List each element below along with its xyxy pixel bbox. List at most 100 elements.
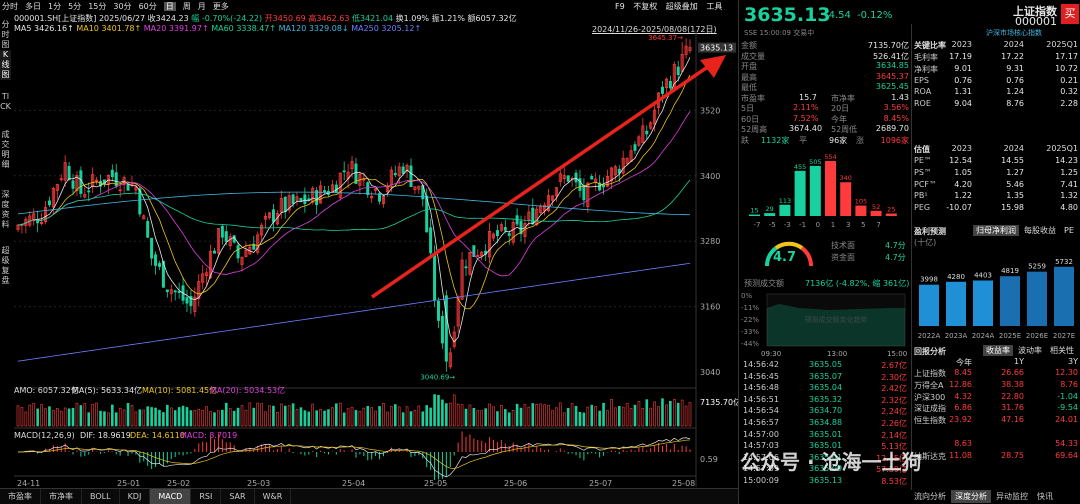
- amo-bar: [401, 412, 405, 427]
- amo-bar: [354, 410, 358, 427]
- amo-bar: [515, 403, 519, 427]
- return-cell: 31.76: [1001, 403, 1024, 413]
- tab-right-ret_tabs-0[interactable]: 收益率: [983, 345, 1013, 356]
- dea-line: [17, 439, 691, 469]
- right-bottom-tab-0[interactable]: 流向分析: [910, 490, 950, 503]
- amo-bar: [224, 402, 228, 427]
- candle-body: [67, 165, 71, 181]
- return-row-label: 上证指数: [914, 369, 946, 378]
- breadth-bar-label: 29: [766, 205, 774, 213]
- kline-chart[interactable]: 3635.13 3520 3400 3280 3160 3040 24-11 25-01 25-…: [0, 0, 738, 488]
- return-row: 万得全A 12.86 38.38 8.76: [914, 380, 1078, 392]
- indicator-tab-5[interactable]: RSI: [191, 489, 222, 504]
- amo-bar: [228, 408, 232, 427]
- return-cell: 69.64: [1055, 450, 1078, 460]
- right-bottom-tab-1[interactable]: 深度分析: [951, 490, 991, 503]
- macd-label: MACD(12,26,9): [14, 431, 75, 440]
- macd-value-label: MACD: 8.7019: [180, 431, 237, 440]
- trade-row: 14:56:54 3634.70 2.24亿: [741, 406, 911, 417]
- indicator-tab-4[interactable]: MACD: [150, 489, 192, 504]
- breadth-bar: [794, 170, 806, 216]
- amo-bar: [645, 399, 649, 427]
- indicator-tab-6[interactable]: SAR: [221, 489, 255, 504]
- right-bottom-tab-2[interactable]: 异动监控: [992, 490, 1032, 503]
- return-table: 今年 1Y 3Y 上证指数 8.45 26.66 12.30 万得全A 12.86 38.38 8.…: [914, 357, 1078, 462]
- amo-bar: [335, 403, 338, 427]
- return-cell: 47.16: [1001, 415, 1024, 425]
- val-cell: 7.41: [1060, 179, 1078, 189]
- trade-amount: 2.32亿: [881, 395, 907, 405]
- key-cell: 9.31: [1006, 63, 1024, 73]
- trade-amount: 2.67亿: [881, 361, 907, 370]
- d5-value: 2.11%: [793, 103, 819, 112]
- trade-time: 14:57:00: [743, 429, 779, 439]
- amo-bar: [299, 407, 303, 427]
- fund-value: 4.7分: [885, 253, 906, 262]
- profit-bar: [1054, 266, 1074, 326]
- tab-right-ret_tabs-1[interactable]: 波动率: [1015, 345, 1045, 356]
- indicator-tab-7[interactable]: W&R: [255, 489, 292, 504]
- sse-link[interactable]: 沪深市场核心指数: [986, 28, 1042, 38]
- buy-button[interactable]: 买: [1061, 4, 1079, 24]
- breadth-bar: [885, 213, 897, 216]
- amo-bar: [602, 402, 605, 427]
- amo-bar: [614, 407, 617, 427]
- amo-bar: [103, 411, 106, 427]
- amo-bar: [319, 409, 322, 427]
- amo-bar: [342, 412, 346, 427]
- candle-body: [87, 190, 91, 193]
- candle-body: [507, 233, 511, 236]
- amo-bar: [661, 398, 664, 427]
- pe-label: 市盈率: [741, 93, 765, 103]
- tab-right-profit_tabs-0[interactable]: 归母净利润: [973, 225, 1019, 236]
- return-cell: 12.30: [1055, 368, 1078, 377]
- tab-right-profit_tabs-2[interactable]: PE: [1061, 225, 1077, 236]
- key-row-label: ROE: [914, 99, 931, 109]
- val-row: PB¹ 1.22 1.35 1.32: [914, 191, 1078, 203]
- pb-label: 市净率: [831, 93, 855, 103]
- trade-price: 3635.07: [809, 371, 843, 381]
- price-axis-label: 3280: [700, 237, 720, 246]
- amo-bar: [189, 410, 193, 427]
- candle-body: [429, 227, 433, 254]
- breadth-axis-label: 7: [876, 221, 880, 229]
- amo-bar: [456, 403, 460, 427]
- amo-bar: [24, 411, 28, 427]
- w52l-label: 52周低: [831, 125, 858, 134]
- key-cell: 0.76: [954, 75, 972, 85]
- candle-body: [436, 300, 440, 321]
- tab-right-profit_tabs-1[interactable]: 每股收益: [1021, 225, 1059, 236]
- candle-body: [177, 291, 181, 293]
- breadth-bar: [764, 213, 776, 216]
- amo-bar: [539, 403, 542, 427]
- breadth-bar: [779, 204, 791, 216]
- profit-bar: [1000, 276, 1020, 326]
- indicator-tab-0[interactable]: 市盈率: [0, 489, 41, 504]
- key-row: 毛利率 17.19 17.22 17.17: [914, 52, 1078, 64]
- date-axis-label: 25-07: [589, 479, 612, 488]
- return-row: 8.63 54.33: [914, 439, 1078, 451]
- indicator-tab-2[interactable]: BOLL: [82, 489, 120, 504]
- indicator-tab-3[interactable]: KDJ: [120, 489, 151, 504]
- score-value: 4.7: [773, 250, 797, 265]
- valuation-table: 估值 2023 2024 2025Q1 PE™ 12.54 14.55 14.23 PS™ 1.0…: [914, 144, 1078, 215]
- breadth-bar: [825, 161, 836, 216]
- return-row: [914, 427, 1078, 439]
- breadth-axis-label: -7: [754, 221, 761, 229]
- breadth-bar-label: 505: [809, 158, 821, 166]
- indicator-tab-1[interactable]: 市净率: [41, 489, 82, 504]
- val-cell: 1.05: [954, 167, 972, 177]
- right-bottom-tab-3[interactable]: 快讯: [1033, 490, 1057, 503]
- tab-right-ret_tabs-2[interactable]: 相关性: [1047, 345, 1077, 356]
- candle-body: [602, 184, 606, 188]
- amo-bar: [570, 403, 574, 427]
- key-cell: 0.76: [1006, 75, 1024, 85]
- amo-bar: [468, 404, 472, 427]
- key-cell: 17.19: [949, 52, 972, 61]
- breadth-axis-label: -1: [799, 221, 806, 229]
- amo-bar: [134, 411, 138, 427]
- return-row: 恒生指数 23.92 47.16 24.01: [914, 415, 1078, 427]
- amo-bar: [523, 404, 527, 427]
- breadth-axis-label: -5: [769, 221, 776, 229]
- candle-body: [173, 290, 177, 293]
